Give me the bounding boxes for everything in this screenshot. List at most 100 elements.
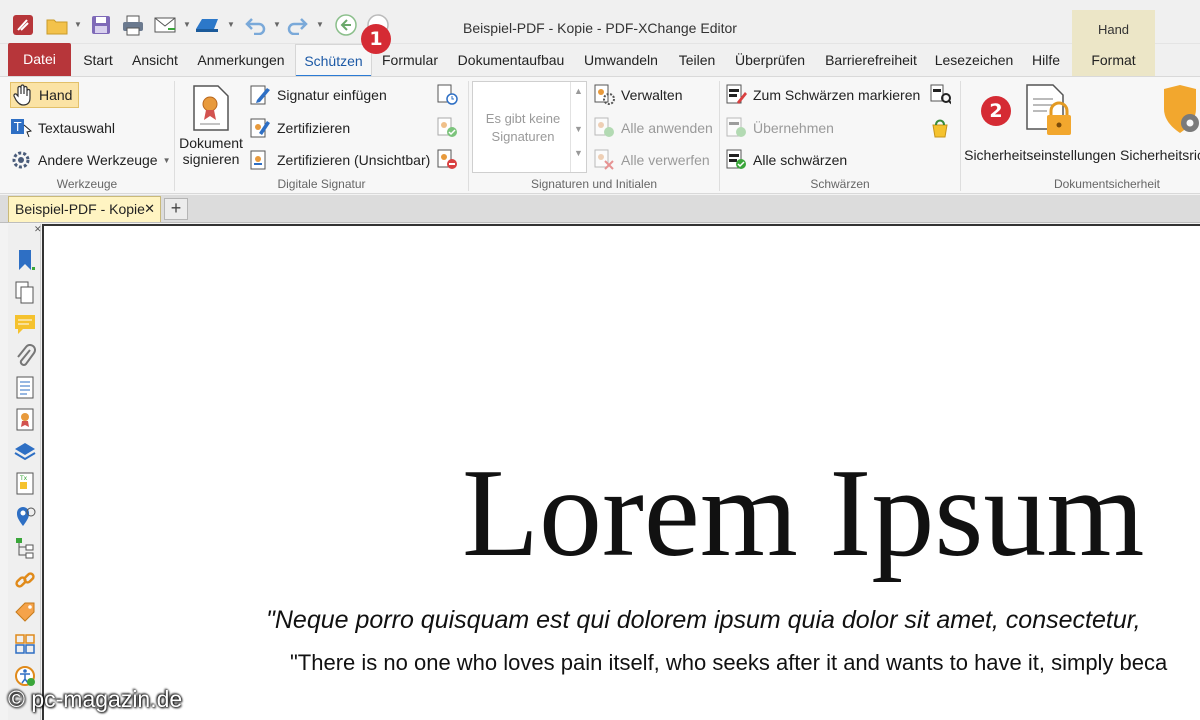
- clear-signatures-button[interactable]: [436, 147, 464, 173]
- certify-label: Zertifizieren: [277, 120, 351, 136]
- scan-dropdown-icon[interactable]: ▼: [227, 20, 235, 29]
- apply-redaction-button[interactable]: Übernehmen: [725, 115, 834, 141]
- signatures-panel-icon[interactable]: [11, 406, 39, 434]
- manage-signatures-button[interactable]: Verwalten: [593, 82, 682, 108]
- mark-redaction-button[interactable]: Zum Schwärzen markieren: [725, 82, 920, 108]
- tab-teilen[interactable]: Teilen: [673, 44, 721, 76]
- tab-datei[interactable]: Datei: [8, 43, 71, 76]
- tab-dokumentaufbau[interactable]: Dokumentaufbau: [452, 44, 570, 76]
- pages-icon[interactable]: [11, 278, 39, 306]
- tab-schuetzen[interactable]: Schützen: [295, 44, 372, 77]
- apply-all-button[interactable]: Alle anwenden: [593, 115, 713, 141]
- hand-tool-button[interactable]: Hand: [10, 82, 80, 108]
- panel-close-icon[interactable]: ✕: [34, 224, 42, 235]
- tab-barrierefreiheit[interactable]: Barrierefreiheit: [820, 44, 922, 76]
- scan-icon[interactable]: [194, 12, 220, 38]
- close-icon[interactable]: ✕: [144, 197, 155, 221]
- tab-ueberpruefen[interactable]: Überprüfen: [730, 44, 810, 76]
- signature-gallery-scroll[interactable]: ▲ ▼ ▼: [570, 82, 586, 172]
- scroll-down-icon[interactable]: ▼: [571, 124, 586, 134]
- hand-icon: [11, 84, 33, 106]
- text-select-label: Textauswahl: [38, 120, 116, 136]
- document-tab[interactable]: Beispiel-PDF - Kopie ✕: [8, 196, 161, 222]
- tab-formular[interactable]: Formular: [378, 44, 442, 76]
- undo-dropdown-icon[interactable]: ▼: [273, 20, 281, 29]
- validate-signatures-button[interactable]: [436, 115, 464, 141]
- svg-text:T: T: [13, 120, 22, 134]
- other-tools-chevron-icon: ▼: [162, 155, 171, 165]
- security-policies-button[interactable]: Sicherheitsric: [1118, 81, 1200, 163]
- timestamp-button[interactable]: [436, 82, 464, 108]
- redact-all-button[interactable]: Alle schwärzen: [725, 147, 847, 173]
- clock-document-icon: [436, 84, 458, 106]
- insert-signature-button[interactable]: Signatur einfügen: [249, 82, 387, 108]
- mark-redaction-label: Zum Schwärzen markieren: [753, 87, 921, 103]
- document-tab-bar: Beispiel-PDF - Kopie ✕ +: [0, 195, 1200, 223]
- save-icon[interactable]: [88, 12, 114, 38]
- layers-icon[interactable]: [11, 438, 39, 466]
- bookmarks-icon[interactable]: [11, 246, 39, 274]
- redact-all-icon: [725, 149, 747, 171]
- redo-dropdown-icon[interactable]: ▼: [316, 20, 324, 29]
- tab-format[interactable]: Format: [1072, 44, 1155, 76]
- apply-all-label: Alle anwenden: [621, 120, 713, 136]
- fields-icon[interactable]: Tx: [11, 470, 39, 498]
- gallery-more-icon[interactable]: ▼: [571, 148, 586, 158]
- undo-icon[interactable]: [243, 12, 269, 38]
- tags-icon[interactable]: [11, 598, 39, 626]
- document-translation: "There is no one who loves pain itself, …: [290, 650, 1168, 675]
- group-label-werkzeuge: Werkzeuge: [56, 177, 118, 191]
- signature-gallery[interactable]: Es gibt keine Signaturen ▲ ▼ ▼: [472, 81, 587, 173]
- new-tab-button[interactable]: +: [164, 198, 188, 220]
- content-icon[interactable]: [11, 374, 39, 402]
- validate-icon: [436, 117, 458, 139]
- tab-ansicht[interactable]: Ansicht: [127, 44, 183, 76]
- group-divider: [960, 81, 961, 191]
- email-dropdown-icon[interactable]: ▼: [183, 20, 191, 29]
- other-tools-button[interactable]: Andere Werkzeuge ▼: [10, 147, 171, 173]
- security-policies-label: Sicherheitsric: [1120, 147, 1200, 163]
- text-select-icon: T: [10, 117, 32, 139]
- certify-button[interactable]: Zertifizieren: [249, 115, 350, 141]
- attachments-icon[interactable]: [11, 342, 39, 370]
- tab-hilfe[interactable]: Hilfe: [1027, 44, 1065, 76]
- tab-umwandeln[interactable]: Umwandeln: [580, 44, 662, 76]
- open-dropdown-icon[interactable]: ▼: [74, 20, 82, 29]
- open-folder-icon[interactable]: [44, 12, 70, 38]
- signature-pen-icon: [249, 84, 271, 106]
- discard-all-icon: [593, 149, 615, 171]
- scroll-up-icon[interactable]: ▲: [571, 86, 586, 96]
- shield-gear-icon: [1118, 81, 1200, 139]
- redo-icon[interactable]: [284, 12, 310, 38]
- document-view[interactable]: Lorem Ipsum "Neque porro quisquam est qu…: [42, 224, 1200, 720]
- back-icon[interactable]: [333, 12, 359, 38]
- comments-icon[interactable]: [11, 310, 39, 338]
- document-quote: "Neque porro quisquam est qui dolorem ip…: [266, 606, 1141, 634]
- step-badge-1: 1: [361, 24, 391, 54]
- tab-start[interactable]: Start: [78, 44, 118, 76]
- remove-signature-icon: [436, 149, 458, 171]
- text-select-button[interactable]: T Textauswahl: [10, 115, 115, 141]
- certify-invisible-button[interactable]: Zertifizieren (Unsichtbar): [249, 147, 430, 173]
- manage-signatures-label: Verwalten: [621, 87, 683, 103]
- search-redact-button[interactable]: [929, 82, 957, 108]
- group-label-schwaerzen: Schwärzen: [810, 177, 870, 191]
- window-title: Beispiel-PDF - Kopie - PDF-XChange Edito…: [463, 20, 737, 36]
- sign-document-button[interactable]: Dokument signieren: [176, 81, 246, 167]
- links-icon[interactable]: [11, 566, 39, 594]
- redact-all-label: Alle schwärzen: [753, 152, 848, 168]
- email-icon[interactable]: [152, 12, 178, 38]
- destinations-icon[interactable]: [11, 502, 39, 530]
- discard-all-button[interactable]: Alle verwerfen: [593, 147, 710, 173]
- app-logo-icon[interactable]: [10, 12, 36, 38]
- structure-tree-icon[interactable]: [11, 534, 39, 562]
- organizer-icon[interactable]: [11, 630, 39, 658]
- sanitize-button[interactable]: [929, 115, 957, 141]
- search-redact-icon: [929, 84, 951, 106]
- document-heading: Lorem Ipsum: [462, 444, 1145, 583]
- tab-lesezeichen[interactable]: Lesezeichen: [931, 44, 1017, 76]
- print-icon[interactable]: [120, 12, 146, 38]
- certify-invisible-icon: [249, 149, 271, 171]
- certify-invisible-label: Zertifizieren (Unsichtbar): [277, 152, 431, 168]
- tab-anmerkungen[interactable]: Anmerkungen: [193, 44, 289, 76]
